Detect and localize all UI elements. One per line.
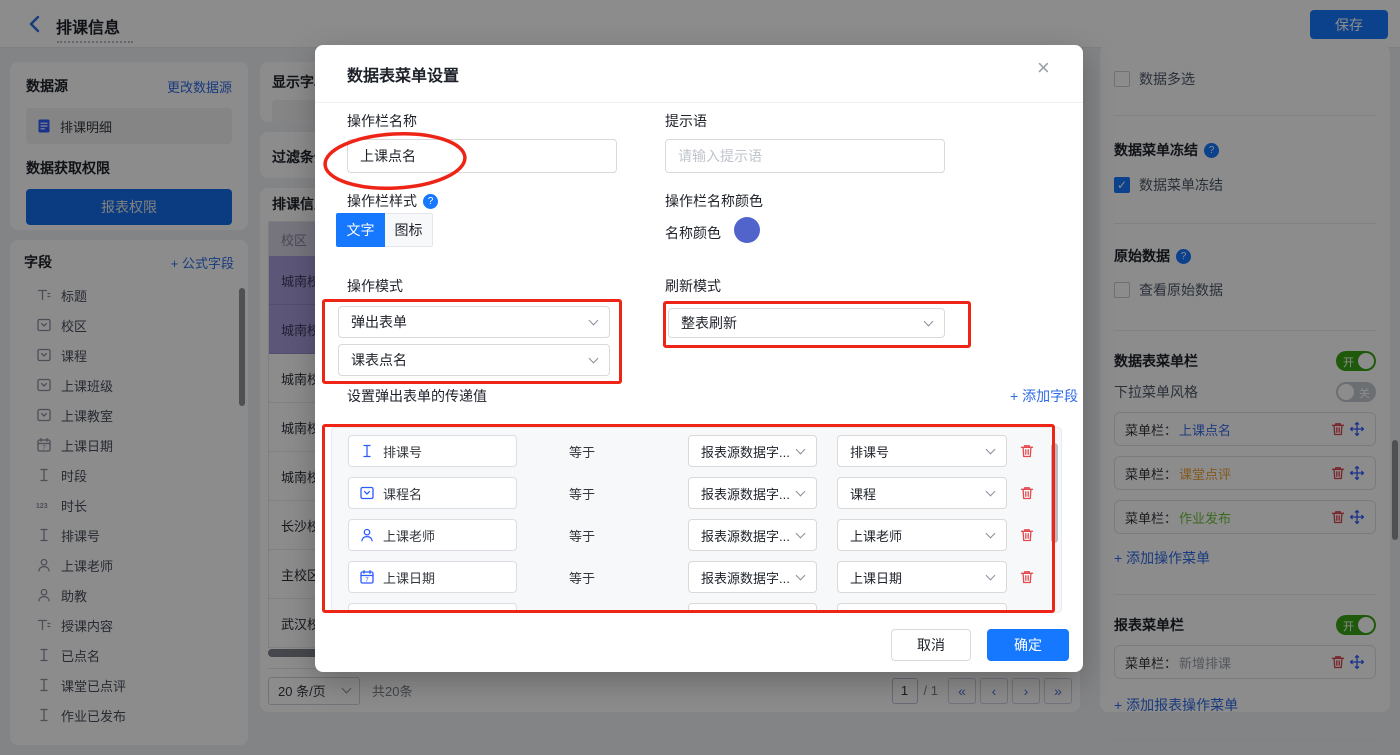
add-field-link[interactable]: + 添加字段 (1010, 386, 1078, 406)
op-mode-select[interactable]: 弹出表单 (338, 306, 610, 338)
chevron-down-icon (796, 528, 806, 538)
transfer-field-input[interactable]: 课程名 (348, 477, 517, 509)
close-icon[interactable]: × (1037, 57, 1050, 79)
transfer-field-input[interactable]: 排课号 (348, 435, 517, 467)
chevron-down-icon (796, 570, 806, 580)
transfer-field-name: 上课老师 (383, 526, 435, 545)
transfer-field-name: 上课日期 (383, 568, 435, 587)
tip-input[interactable]: 请输入提示语 (665, 139, 945, 173)
transfer-field-input[interactable] (348, 603, 517, 613)
color-name-label: 名称颜色 (665, 223, 721, 243)
chevron-down-icon (986, 528, 996, 538)
style-text-button[interactable]: 文字 (336, 213, 385, 247)
source-type-select[interactable]: 报表源数据字... (688, 519, 817, 551)
ok-button[interactable]: 确定 (987, 629, 1069, 661)
action-name-input[interactable]: 上课点名 (347, 139, 617, 173)
source-field-select[interactable]: 课程 (837, 477, 1007, 509)
help-icon[interactable]: ? (423, 194, 438, 209)
transfer-field-input[interactable]: 7 上课日期 (348, 561, 517, 593)
equals-label: 等于 (569, 484, 599, 503)
source-field-select[interactable]: 上课日期 (837, 561, 1007, 593)
transfer-field-input[interactable]: 上课老师 (348, 519, 517, 551)
transfer-row (348, 603, 1061, 613)
transfer-row: 课程名 等于 报表源数据字... 课程 (348, 477, 1061, 509)
chevron-down-icon (796, 612, 806, 613)
list-scrollbar[interactable] (1051, 443, 1058, 543)
chevron-down-icon (986, 612, 996, 613)
op-mode-label: 操作模式 (347, 276, 403, 296)
op-form-select[interactable]: 课表点名 (338, 344, 610, 376)
source-type-select[interactable] (688, 603, 817, 613)
chevron-down-icon (589, 353, 599, 363)
tip-label: 提示语 (665, 111, 707, 131)
equals-label: 等于 (569, 442, 599, 461)
delete-icon[interactable] (1019, 611, 1035, 613)
source-field-select[interactable]: 上课老师 (837, 519, 1007, 551)
transfer-field-name: 课程名 (383, 484, 422, 503)
delete-icon[interactable] (1019, 527, 1035, 543)
source-type-select[interactable]: 报表源数据字... (688, 561, 817, 593)
chevron-down-icon (796, 486, 806, 496)
equals-label: 等于 (569, 568, 599, 587)
delete-icon[interactable] (1019, 569, 1035, 585)
transfer-row: 上课老师 等于 报表源数据字... 上课老师 (348, 519, 1061, 551)
style-icon-button[interactable]: 图标 (385, 213, 433, 247)
transfer-row: 7 上课日期 等于 报表源数据字... 上课日期 (348, 561, 1061, 593)
table-menu-settings-dialog: 数据表菜单设置 × 操作栏名称 上课点名 提示语 请输入提示语 操作栏样式? 文… (315, 45, 1083, 672)
transfer-values-list: 排课号 等于 报表源数据字... 排课号 课程名 等于 报表源数据字... 课程… (331, 427, 1062, 613)
source-field-select[interactable]: 排课号 (837, 435, 1007, 467)
dialog-header-divider (315, 102, 1083, 103)
chevron-down-icon (986, 570, 996, 580)
action-name-label: 操作栏名称 (347, 111, 417, 131)
chevron-down-icon (986, 486, 996, 496)
action-style-label: 操作栏样式? (347, 191, 438, 211)
dialog-title: 数据表菜单设置 (347, 62, 459, 86)
refresh-mode-label: 刷新模式 (665, 276, 721, 296)
source-field-select[interactable] (837, 603, 1007, 613)
chevron-down-icon (796, 444, 806, 454)
name-color-label: 操作栏名称颜色 (665, 191, 763, 211)
select-field-icon (359, 485, 375, 501)
equals-label: 等于 (569, 526, 599, 545)
transfer-field-name: 排课号 (383, 442, 422, 461)
style-segmented-control: 文字 图标 (336, 213, 433, 247)
delete-icon[interactable] (1019, 443, 1035, 459)
cancel-button[interactable]: 取消 (891, 629, 971, 661)
calendar-field-icon: 7 (359, 569, 375, 585)
source-type-select[interactable]: 报表源数据字... (688, 435, 817, 467)
chevron-down-icon (589, 315, 599, 325)
delete-icon[interactable] (1019, 485, 1035, 501)
source-type-select[interactable]: 报表源数据字... (688, 477, 817, 509)
chevron-down-icon (986, 444, 996, 454)
text-field-icon (359, 443, 375, 459)
chevron-down-icon (924, 316, 934, 326)
transfer-row: 排课号 等于 报表源数据字... 排课号 (348, 435, 1061, 467)
person-field-icon (359, 527, 375, 543)
refresh-mode-select[interactable]: 整表刷新 (668, 308, 945, 338)
color-swatch[interactable] (734, 217, 760, 243)
transfer-values-label: 设置弹出表单的传递值 (347, 386, 487, 406)
